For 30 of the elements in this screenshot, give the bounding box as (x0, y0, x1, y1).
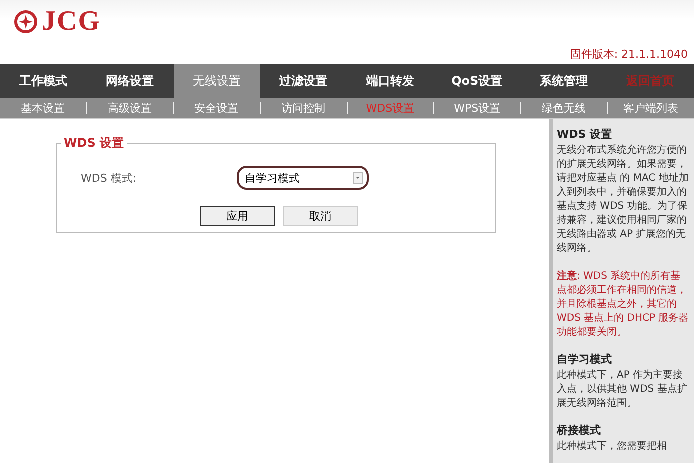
nav-tab[interactable]: QoS设置 (434, 64, 520, 98)
apply-button[interactable]: 应用 (200, 206, 275, 226)
nav-tab[interactable]: 系统管理 (520, 64, 608, 98)
subnav-tab[interactable]: 绿色无线 (520, 102, 608, 114)
subnav-tab[interactable]: 安全设置 (172, 102, 260, 114)
logo-icon (14, 10, 38, 34)
subnav-tab[interactable]: 基本设置 (0, 102, 86, 114)
subnav-tab[interactable]: 高级设置 (86, 102, 173, 114)
help-text: 无线分布式系统允许您方便的的扩展无线网络。如果需要，请把对应基点 的 MAC 地址加入到列表中，并确保要加入的基点支持 WDS 功能。为了保持兼容，建议使用相同厂家的无线路由器或 AP 扩展您的无线网络。 (557, 144, 690, 256)
subnav-tab[interactable]: 客户端列表 (607, 102, 694, 114)
help-text: 此种模式下，AP 作为主要接入点，以供其他 WDS 基点扩展无线网络范围。 (557, 369, 688, 411)
help-title: 自学习模式 (557, 352, 613, 367)
field-label: WDS 模式: (81, 170, 138, 186)
help-note: 注意: WDS 系统中的所有基点都必须工作在相同的信道，并且除根基点之外，其它的 WDS 基点上的 DHCP 服务器功能都要关闭。 (557, 270, 690, 340)
subnav-tab[interactable]: WPS设置 (433, 102, 520, 114)
cancel-button[interactable]: 取消 (283, 206, 358, 226)
brand-logo: JCG (42, 6, 101, 38)
nav-tab[interactable]: 端口转发 (347, 64, 434, 98)
help-title: 桥接模式 (557, 423, 602, 438)
help-title: WDS 设置 (557, 127, 614, 142)
panel-title: WDS 设置 (63, 135, 126, 152)
nav-tab[interactable]: 网络设置 (86, 64, 174, 98)
help-text: 此种模式下，您需要把相 (557, 440, 668, 454)
firmware-version: 固件版本: 21.1.1.1040 (570, 47, 688, 63)
subnav-tab[interactable]: 访问控制 (260, 102, 346, 114)
mode-select[interactable]: 自学习模式 (237, 166, 369, 190)
caret-icon (353, 172, 363, 184)
nav-tab[interactable]: 无线设置 (174, 64, 260, 98)
nav-tab[interactable]: 过滤设置 (260, 64, 347, 98)
nav-tab[interactable]: 工作模式 (0, 64, 87, 98)
